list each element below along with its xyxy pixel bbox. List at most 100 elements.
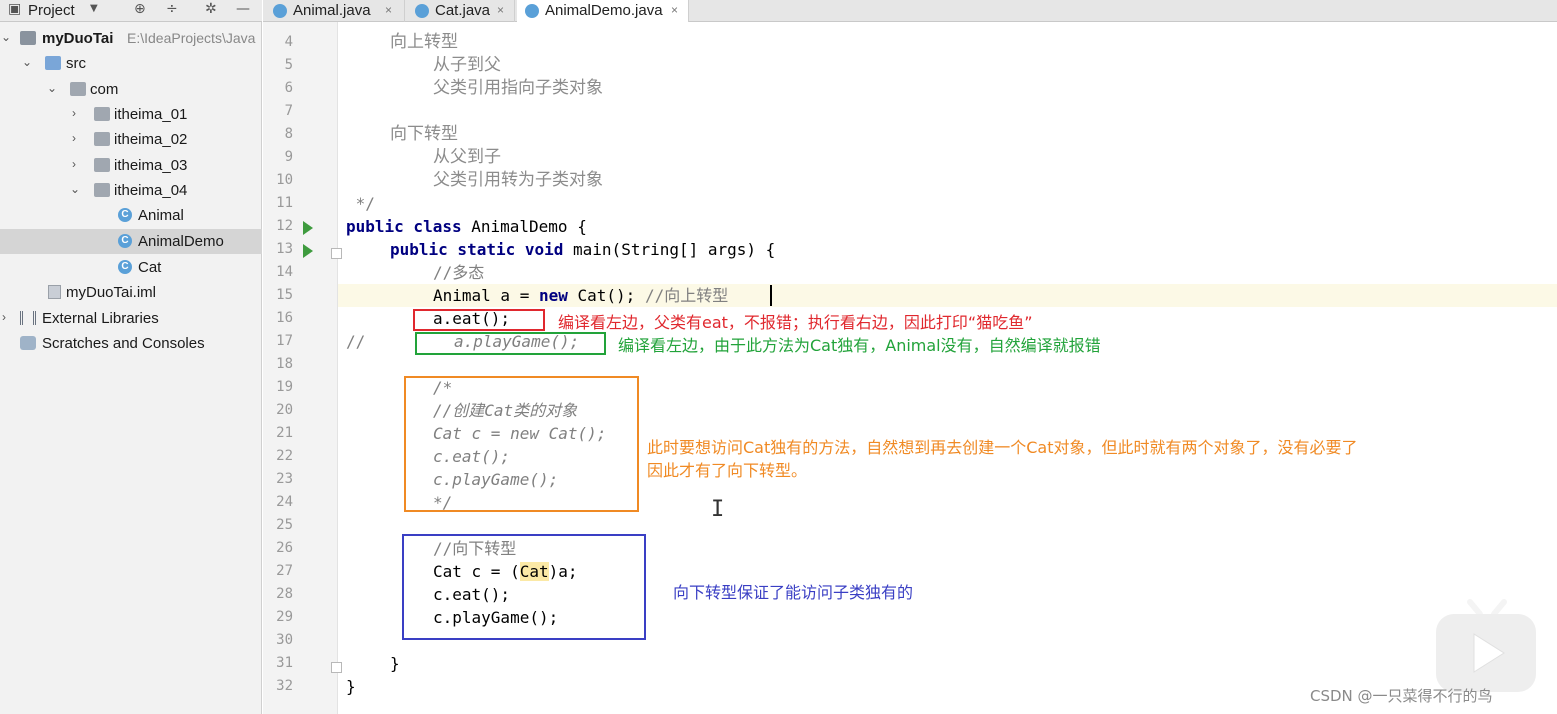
chevron-down-icon[interactable]: ⌄ bbox=[21, 55, 33, 69]
tree-item-label: myDuoTai.iml bbox=[66, 284, 157, 301]
tree-item-itheima-02[interactable]: › itheima_02 bbox=[0, 127, 262, 152]
code-line-9: 从父到子 bbox=[433, 147, 501, 167]
editor-tab-bar: Animal.java × Cat.java × AnimalDemo.java… bbox=[263, 0, 1557, 22]
chevron-right-icon[interactable]: › bbox=[0, 310, 10, 324]
close-icon[interactable]: × bbox=[671, 3, 678, 17]
minimize-icon[interactable]: — bbox=[236, 1, 250, 17]
code-text: Animal a = bbox=[433, 286, 539, 305]
tab-label: Cat.java bbox=[435, 2, 491, 19]
line-number: 29 bbox=[276, 609, 293, 625]
tree-item-label: External Libraries bbox=[42, 310, 159, 327]
keyword: public static void bbox=[390, 240, 564, 259]
project-view-selector[interactable]: Project bbox=[28, 2, 75, 19]
tab-animaldemo-java[interactable]: AnimalDemo.java × bbox=[517, 0, 689, 22]
java-class-icon bbox=[415, 4, 429, 18]
tab-cat-java[interactable]: Cat.java × bbox=[407, 0, 515, 22]
tree-item-label: itheima_01 bbox=[114, 106, 188, 123]
project-folder-icon bbox=[20, 31, 36, 45]
code-line-11: */ bbox=[346, 194, 375, 213]
fold-icon[interactable] bbox=[331, 248, 342, 259]
tree-item-label: Cat bbox=[138, 259, 162, 276]
java-runnable-class-icon bbox=[525, 4, 539, 18]
package-icon bbox=[70, 82, 86, 96]
line-number: 26 bbox=[276, 540, 293, 556]
code-line-5: 从子到父 bbox=[433, 55, 501, 75]
code-line-8: 向下转型 bbox=[390, 124, 458, 144]
line-number: 14 bbox=[276, 264, 293, 280]
tab-animal-java[interactable]: Animal.java × bbox=[265, 0, 405, 22]
chevron-right-icon[interactable]: › bbox=[68, 157, 80, 171]
line-number: 21 bbox=[276, 425, 293, 441]
line-number: 15 bbox=[276, 287, 293, 303]
tree-item-project[interactable]: ⌄ myDuoTai E:\IdeaProjects\Java bbox=[0, 26, 262, 51]
code-comment: //向上转型 bbox=[644, 286, 729, 305]
fold-icon[interactable] bbox=[331, 662, 342, 673]
package-icon bbox=[94, 107, 110, 121]
run-class-icon[interactable] bbox=[303, 221, 313, 235]
tree-item-cat[interactable]: C Cat bbox=[0, 255, 262, 280]
code-text: AnimalDemo { bbox=[461, 217, 587, 236]
tree-item-animaldemo[interactable]: C AnimalDemo bbox=[0, 229, 262, 254]
tree-item-src[interactable]: ⌄ src bbox=[0, 51, 262, 76]
annotation-note-orange-2: 因此才有了向下转型。 bbox=[647, 461, 808, 480]
run-main-icon[interactable] bbox=[303, 244, 313, 258]
tree-item-label: itheima_02 bbox=[114, 131, 188, 148]
tree-item-itheima-04[interactable]: ⌄ itheima_04 bbox=[0, 178, 262, 203]
line-number: 7 bbox=[284, 103, 293, 119]
chevron-right-icon[interactable]: › bbox=[68, 106, 80, 120]
project-path: E:\IdeaProjects\Java bbox=[127, 30, 256, 46]
editor-gutter: 4 5 6 7 8 9 10 11 12 13 14 15 16 17 18 1… bbox=[263, 22, 342, 714]
annotation-box-green bbox=[415, 332, 606, 355]
line-number: 4 bbox=[284, 34, 293, 50]
tree-item-com[interactable]: ⌄ com bbox=[0, 77, 262, 102]
chevron-down-icon[interactable]: ⌄ bbox=[69, 182, 81, 196]
text-caret bbox=[770, 285, 772, 306]
line-number: 19 bbox=[276, 379, 293, 395]
line-number: 17 bbox=[276, 333, 293, 349]
code-text: Cat(); bbox=[567, 286, 645, 305]
chevron-down-icon[interactable]: ▼ bbox=[90, 3, 98, 14]
text-cursor-icon: I bbox=[711, 497, 725, 522]
line-number: 11 bbox=[276, 195, 293, 211]
play-logo-icon bbox=[1436, 599, 1536, 692]
tab-label: Animal.java bbox=[293, 2, 371, 19]
code-line-31: } bbox=[390, 654, 400, 673]
line-number: 22 bbox=[276, 448, 293, 464]
close-icon[interactable]: × bbox=[385, 3, 392, 17]
code-line-32: } bbox=[346, 677, 356, 696]
annotation-note-orange-1: 此时要想访问Cat独有的方法，自然想到再去创建一个Cat对象，但此时就有两个对象… bbox=[647, 438, 1358, 457]
line-number: 16 bbox=[276, 310, 293, 326]
close-icon[interactable]: × bbox=[497, 3, 504, 17]
annotation-note-blue: 向下转型保证了能访问子类独有的 bbox=[673, 583, 914, 602]
tree-item-label: itheima_03 bbox=[114, 157, 188, 174]
line-number: 10 bbox=[276, 172, 293, 188]
line-number: 6 bbox=[284, 80, 293, 96]
line-number: 12 bbox=[276, 218, 293, 234]
tree-item-scratches[interactable]: Scratches and Consoles bbox=[0, 331, 262, 356]
annotation-note-red: 编译看左边，父类有eat，不报错；执行看右边，因此打印“猫吃鱼” bbox=[558, 313, 1033, 332]
locate-icon[interactable]: ⊕ bbox=[134, 1, 146, 17]
line-number: 8 bbox=[284, 126, 293, 142]
gear-icon[interactable]: ✲ bbox=[205, 1, 217, 17]
java-runnable-class-icon: C bbox=[118, 234, 132, 248]
chevron-right-icon[interactable]: › bbox=[68, 131, 80, 145]
code-line-13: public static void main(String[] args) { bbox=[390, 238, 775, 261]
annotation-box-blue bbox=[402, 534, 646, 640]
chevron-down-icon[interactable]: ⌄ bbox=[0, 30, 12, 44]
annotation-box-orange bbox=[404, 376, 639, 512]
code-line-6: 父类引用指向子类对象 bbox=[433, 78, 603, 98]
tab-label: AnimalDemo.java bbox=[545, 2, 663, 19]
tree-item-external-libraries[interactable]: › External Libraries bbox=[0, 306, 262, 331]
tree-item-label: Scratches and Consoles bbox=[42, 335, 205, 352]
tree-item-iml[interactable]: myDuoTai.iml bbox=[0, 280, 262, 305]
tree-item-animal[interactable]: C Animal bbox=[0, 203, 262, 228]
project-view-icon[interactable]: ▣ bbox=[8, 1, 21, 17]
collapse-all-icon[interactable]: ÷ bbox=[166, 1, 178, 17]
tree-item-label: itheima_04 bbox=[114, 182, 188, 199]
chevron-down-icon[interactable]: ⌄ bbox=[46, 81, 58, 95]
line-number: 28 bbox=[276, 586, 293, 602]
annotation-box-red bbox=[413, 309, 545, 331]
tree-item-itheima-01[interactable]: › itheima_01 bbox=[0, 102, 262, 127]
tree-item-itheima-03[interactable]: › itheima_03 bbox=[0, 153, 262, 178]
code-line-14: //多态 bbox=[433, 263, 485, 282]
